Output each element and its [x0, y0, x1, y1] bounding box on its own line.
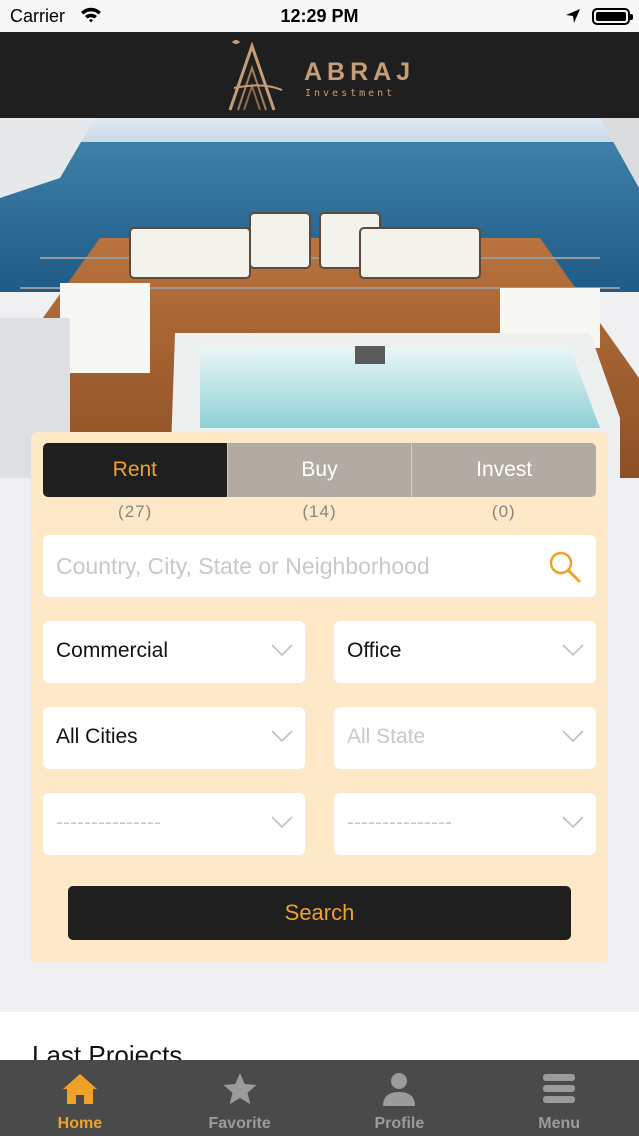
- category-value: Commercial: [56, 639, 169, 662]
- clock: 12:29 PM: [280, 6, 359, 26]
- city-select[interactable]: All Cities: [43, 707, 305, 769]
- brand-tagline: Investment: [305, 88, 396, 99]
- profile-icon: [383, 1073, 416, 1106]
- search-card: Rent Buy Invest (27) (14) (0) Commercial…: [31, 432, 608, 962]
- hero-image: [0, 118, 639, 478]
- tab-counts: (27) (14) (0): [43, 502, 596, 522]
- invest-count: (0): [491, 502, 516, 521]
- chevron-down-icon: [271, 644, 293, 657]
- tab-profile[interactable]: Profile: [320, 1060, 480, 1136]
- home-icon: [62, 1074, 97, 1104]
- property-type-value: Office: [347, 639, 402, 662]
- extra-filter-2-select[interactable]: ---------------: [334, 793, 596, 855]
- tab-menu-label: Menu: [538, 1115, 581, 1132]
- extra-filter-2-value: ---------------: [347, 811, 452, 834]
- brand-name: ABRAJ: [304, 58, 416, 86]
- search-icon[interactable]: [548, 550, 582, 584]
- tab-favorite-label: Favorite: [208, 1115, 271, 1132]
- extra-filter-1-value: ---------------: [56, 811, 161, 834]
- chevron-down-icon: [562, 730, 584, 743]
- app-header: ABRAJ Investment: [0, 32, 639, 118]
- property-type-select[interactable]: Office: [334, 621, 596, 683]
- tab-buy[interactable]: Buy: [226, 443, 412, 497]
- location-search-input[interactable]: [43, 535, 543, 597]
- location-arrow-icon: [566, 9, 580, 23]
- state-value: All State: [347, 725, 426, 748]
- state-select[interactable]: All State: [334, 707, 596, 769]
- extra-filter-1-select[interactable]: ---------------: [43, 793, 305, 855]
- city-value: All Cities: [56, 725, 138, 748]
- chevron-down-icon: [562, 816, 584, 829]
- tab-home-label: Home: [57, 1115, 103, 1132]
- listing-type-tabs: Rent Buy Invest: [43, 443, 596, 497]
- tab-profile-label: Profile: [374, 1115, 425, 1132]
- category-select[interactable]: Commercial: [43, 621, 305, 683]
- star-icon: [223, 1073, 257, 1105]
- rent-count: (27): [118, 502, 153, 521]
- tab-favorite[interactable]: Favorite: [160, 1060, 320, 1136]
- status-bar: Carrier 12:29 PM: [0, 0, 639, 32]
- abraj-logo-icon: [228, 40, 283, 111]
- search-button[interactable]: Search: [68, 886, 571, 940]
- chevron-down-icon: [271, 730, 293, 743]
- tab-menu[interactable]: Menu: [479, 1060, 639, 1136]
- tab-invest[interactable]: Invest: [411, 443, 596, 497]
- chevron-down-icon: [271, 816, 293, 829]
- buy-count: (14): [302, 502, 337, 521]
- menu-icon: [543, 1074, 576, 1103]
- battery-icon: [592, 8, 633, 25]
- bottom-tab-bar: Home Favorite Profile Menu: [0, 1060, 639, 1136]
- location-search-box: [43, 535, 596, 597]
- tab-home[interactable]: Home: [0, 1060, 160, 1136]
- chevron-down-icon: [562, 644, 584, 657]
- tab-rent[interactable]: Rent: [43, 443, 227, 497]
